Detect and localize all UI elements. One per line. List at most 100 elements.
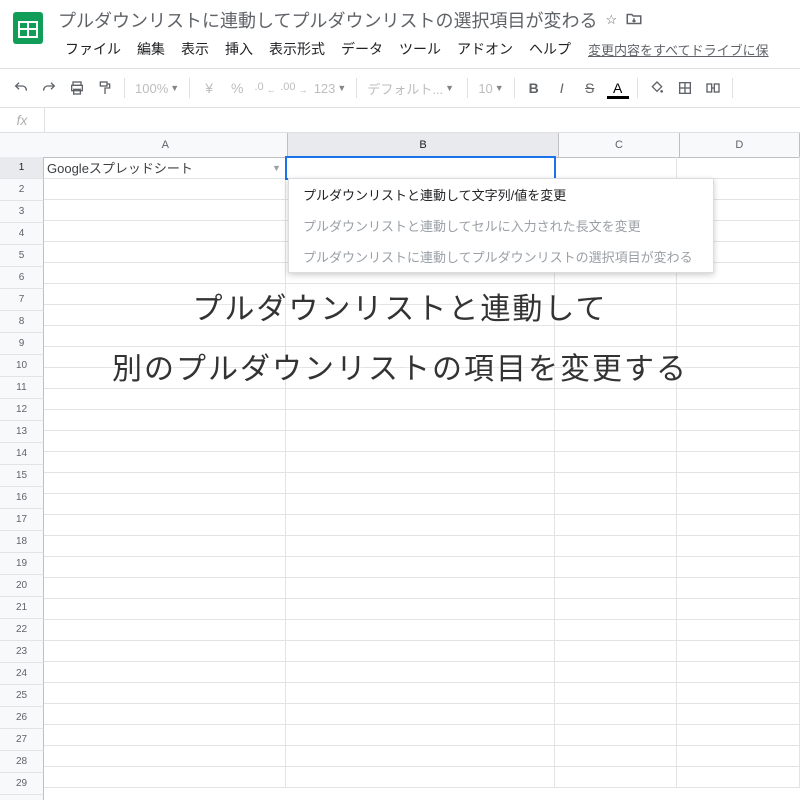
cell-A22[interactable] [44, 598, 286, 620]
cell-B21[interactable] [286, 577, 555, 599]
cell-D21[interactable] [677, 577, 800, 599]
cell-B28[interactable] [286, 724, 555, 746]
cell-B22[interactable] [286, 598, 555, 620]
cell-A8[interactable] [44, 304, 286, 326]
cell-A25[interactable] [44, 661, 286, 683]
menu-help[interactable]: ヘルプ [522, 36, 578, 62]
row-header-24[interactable]: 24 [0, 663, 44, 685]
cell-B8[interactable] [286, 304, 555, 326]
column-header-B[interactable]: B [288, 133, 560, 158]
row-header-2[interactable]: 2 [0, 179, 44, 201]
print-button[interactable] [64, 75, 90, 101]
cell-C30[interactable] [555, 766, 678, 788]
cell-A27[interactable] [44, 703, 286, 725]
increase-decimal-button[interactable]: .00 → [280, 75, 308, 101]
font-select[interactable]: デフォルト...▼ [363, 75, 461, 101]
cell-A10[interactable] [44, 346, 286, 368]
cell-A9[interactable] [44, 325, 286, 347]
bold-button[interactable]: B [521, 75, 547, 101]
cell-B20[interactable] [286, 556, 555, 578]
paint-format-button[interactable] [92, 75, 118, 101]
dropdown-arrow-icon[interactable]: ▼ [272, 163, 281, 173]
row-header-23[interactable]: 23 [0, 641, 44, 663]
merge-cells-button[interactable] [700, 75, 726, 101]
column-header-D[interactable]: D [680, 133, 800, 158]
cell-A15[interactable] [44, 451, 286, 473]
cell-B15[interactable] [286, 451, 555, 473]
cell-C29[interactable] [555, 745, 678, 767]
cell-B19[interactable] [286, 535, 555, 557]
number-format-select[interactable]: 123▼ [310, 75, 351, 101]
cell-A5[interactable] [44, 241, 286, 263]
formula-input[interactable] [45, 108, 800, 132]
text-color-button[interactable]: A [605, 75, 631, 101]
dropdown-option[interactable]: プルダウンリストに連動してプルダウンリストの選択項目が変わる [289, 241, 713, 272]
cell-D12[interactable] [677, 388, 800, 410]
cell-D13[interactable] [677, 409, 800, 431]
undo-button[interactable] [8, 75, 34, 101]
cell-B24[interactable] [286, 640, 555, 662]
strikethrough-button[interactable]: S [577, 75, 603, 101]
row-header-26[interactable]: 26 [0, 707, 44, 729]
cell-D20[interactable] [677, 556, 800, 578]
cell-C23[interactable] [555, 619, 678, 641]
cell-C25[interactable] [555, 661, 678, 683]
cell-B10[interactable] [286, 346, 555, 368]
row-header-18[interactable]: 18 [0, 531, 44, 553]
cell-A11[interactable] [44, 367, 286, 389]
row-header-21[interactable]: 21 [0, 597, 44, 619]
document-title[interactable]: プルダウンリストに連動してプルダウンリストの選択項目が変わる [58, 7, 597, 33]
cell-A26[interactable] [44, 682, 286, 704]
cell-C8[interactable] [555, 304, 678, 326]
dropdown-option[interactable]: プルダウンリストと連動して文字列/値を変更 [289, 179, 713, 210]
cell-B14[interactable] [286, 430, 555, 452]
cell-B13[interactable] [286, 409, 555, 431]
zoom-select[interactable]: 100%▼ [131, 75, 183, 101]
cell-A20[interactable] [44, 556, 286, 578]
cell-A12[interactable] [44, 388, 286, 410]
row-header-15[interactable]: 15 [0, 465, 44, 487]
cell-D1[interactable] [677, 157, 800, 179]
cell-B12[interactable] [286, 388, 555, 410]
cell-D7[interactable] [677, 283, 800, 305]
cell-A14[interactable] [44, 430, 286, 452]
cell-C20[interactable] [555, 556, 678, 578]
row-header-13[interactable]: 13 [0, 421, 44, 443]
row-header-22[interactable]: 22 [0, 619, 44, 641]
row-header-25[interactable]: 25 [0, 685, 44, 707]
row-header-4[interactable]: 4 [0, 223, 44, 245]
cell-A1[interactable]: Googleスプレッドシート▼ [44, 157, 286, 179]
cell-C17[interactable] [555, 493, 678, 515]
cell-D16[interactable] [677, 472, 800, 494]
cell-D8[interactable] [677, 304, 800, 326]
cell-C14[interactable] [555, 430, 678, 452]
cell-B30[interactable] [286, 766, 555, 788]
row-header-30[interactable]: 30 [0, 795, 44, 800]
cell-B23[interactable] [286, 619, 555, 641]
cell-C1[interactable] [555, 157, 678, 179]
italic-button[interactable]: I [549, 75, 575, 101]
row-header-11[interactable]: 11 [0, 377, 44, 399]
cell-C16[interactable] [555, 472, 678, 494]
cell-A13[interactable] [44, 409, 286, 431]
column-header-A[interactable]: A [44, 133, 288, 158]
font-size-select[interactable]: 10▼ [474, 75, 507, 101]
row-header-16[interactable]: 16 [0, 487, 44, 509]
format-percent-button[interactable]: % [224, 75, 250, 101]
cell-B11[interactable] [286, 367, 555, 389]
row-header-1[interactable]: 1 [0, 157, 44, 179]
menu-view[interactable]: 表示 [174, 36, 216, 62]
row-header-7[interactable]: 7 [0, 289, 44, 311]
row-header-17[interactable]: 17 [0, 509, 44, 531]
fill-color-button[interactable] [644, 75, 670, 101]
cell-C22[interactable] [555, 598, 678, 620]
cell-D29[interactable] [677, 745, 800, 767]
menu-insert[interactable]: 挿入 [218, 36, 260, 62]
star-icon[interactable]: ☆ [605, 12, 617, 28]
cell-D19[interactable] [677, 535, 800, 557]
cell-A24[interactable] [44, 640, 286, 662]
move-folder-icon[interactable] [625, 10, 643, 31]
cell-D14[interactable] [677, 430, 800, 452]
cell-C13[interactable] [555, 409, 678, 431]
row-header-28[interactable]: 28 [0, 751, 44, 773]
